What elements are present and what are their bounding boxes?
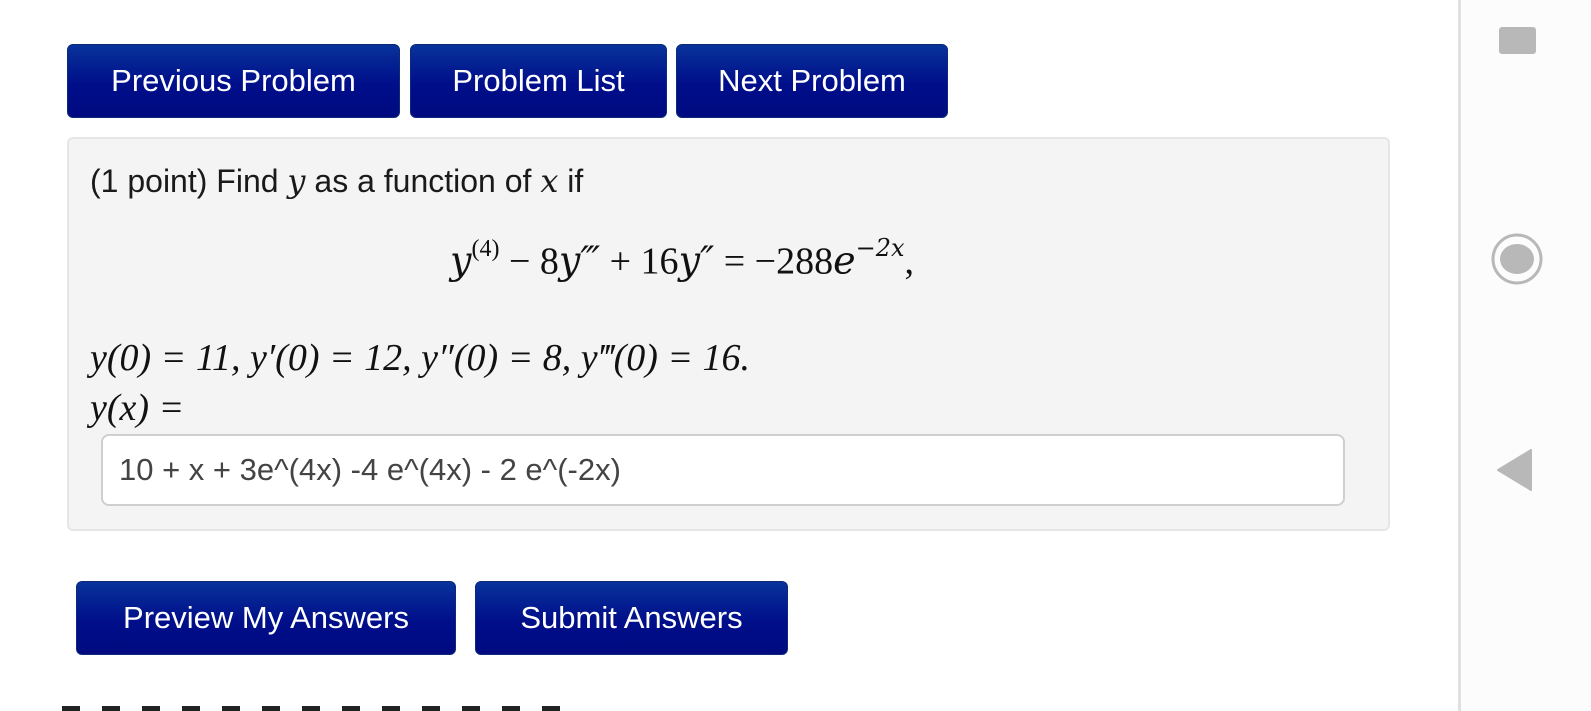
preview-answers-button[interactable]: Preview My Answers [76, 581, 456, 655]
submit-answers-button[interactable]: Submit Answers [475, 581, 788, 655]
system-navigation-bar [1458, 0, 1591, 711]
eq-term-y4: y [450, 238, 472, 283]
eq-term-y3: y‴ [558, 238, 601, 283]
circle-icon[interactable] [1491, 233, 1543, 285]
square-icon[interactable] [1499, 27, 1536, 54]
middle-text: as a function of [314, 163, 532, 199]
problem-statement: (1 point) Find y as a function of x if [90, 162, 583, 200]
answer-input[interactable] [101, 434, 1345, 506]
problem-list-button[interactable]: Problem List [410, 44, 667, 118]
eq-plus-16: + 16 [600, 240, 679, 283]
eq-rhs-exponent: −2x [855, 234, 905, 262]
eq-minus-8: − 8 [499, 240, 559, 283]
next-problem-button[interactable]: Next Problem [676, 44, 948, 118]
differential-equation: y(4) − 8y‴ + 16y″ = −288e−2x, [450, 234, 915, 284]
eq-comma: , [904, 240, 915, 283]
eq-rhs-coef: = −288 [714, 240, 834, 283]
previous-problem-button[interactable]: Previous Problem [67, 44, 400, 118]
initial-conditions: y(0) = 11, y′(0) = 12, y″(0) = 8, y‴(0) … [90, 337, 751, 379]
answer-label: y(x) = [90, 387, 185, 429]
triangle-left-icon[interactable] [1497, 448, 1533, 492]
eq-order-4: (4) [471, 236, 500, 262]
eq-rhs-e: e [833, 238, 856, 283]
math-var-y: y [287, 162, 306, 200]
math-var-x: x [540, 162, 559, 200]
clipped-text-line [62, 697, 662, 711]
points-text: (1 point) Find [90, 163, 279, 199]
eq-term-y2: y″ [678, 238, 715, 283]
end-text: if [567, 163, 584, 199]
